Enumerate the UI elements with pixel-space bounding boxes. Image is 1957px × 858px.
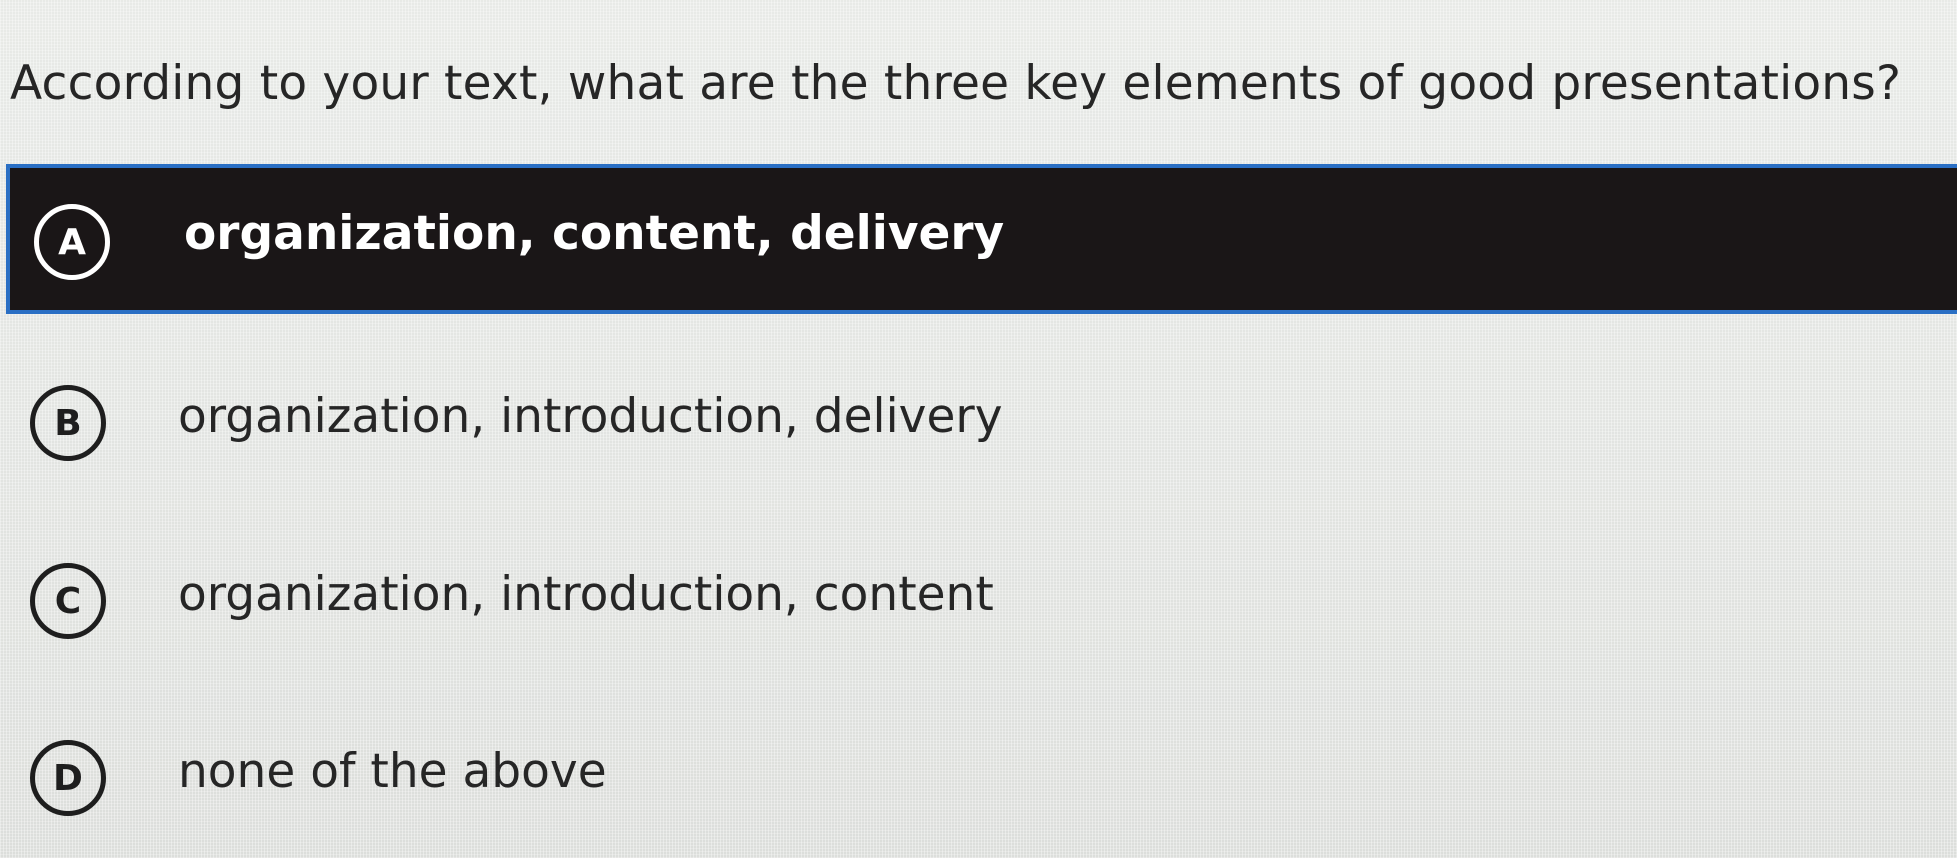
option-c[interactable]: C organization, introduction, content <box>6 523 1957 673</box>
answer-options: A organization, content, delivery B orga… <box>0 0 1957 858</box>
option-a-letter-badge: A <box>34 204 110 280</box>
option-d-label: none of the above <box>178 744 607 799</box>
option-d[interactable]: D none of the above <box>6 700 1957 850</box>
option-b-letter-badge: B <box>30 385 106 461</box>
option-c-label: organization, introduction, content <box>178 567 994 622</box>
option-a-label: organization, content, delivery <box>184 206 1005 261</box>
option-b[interactable]: B organization, introduction, delivery <box>6 345 1957 495</box>
option-a[interactable]: A organization, content, delivery <box>6 164 1957 314</box>
option-d-letter-badge: D <box>30 740 106 816</box>
option-c-letter-badge: C <box>30 563 106 639</box>
option-b-label: organization, introduction, delivery <box>178 389 1003 444</box>
